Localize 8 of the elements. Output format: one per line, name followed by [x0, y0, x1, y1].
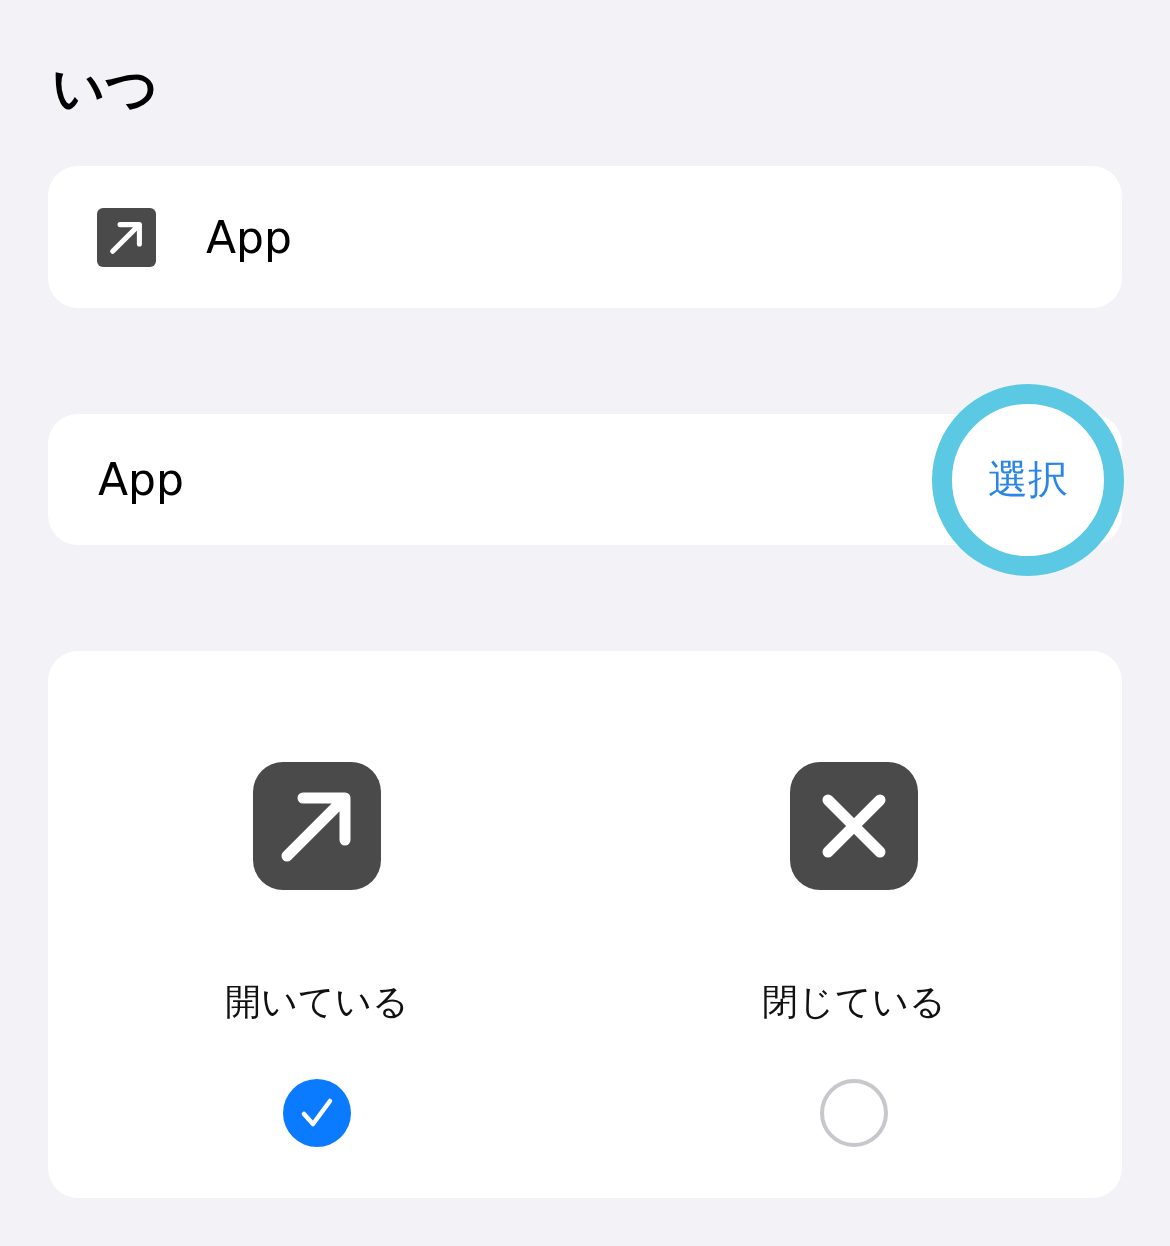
option-label: 開いている	[224, 980, 409, 1024]
option-label: 閉じている	[761, 980, 946, 1024]
app-label: App	[98, 454, 184, 505]
close-icon	[789, 762, 918, 890]
section-heading: いつ	[52, 57, 159, 120]
select-button[interactable]: 選択	[983, 449, 1073, 510]
trigger-label: App	[206, 211, 292, 263]
trigger-card[interactable]: App	[48, 166, 1122, 308]
